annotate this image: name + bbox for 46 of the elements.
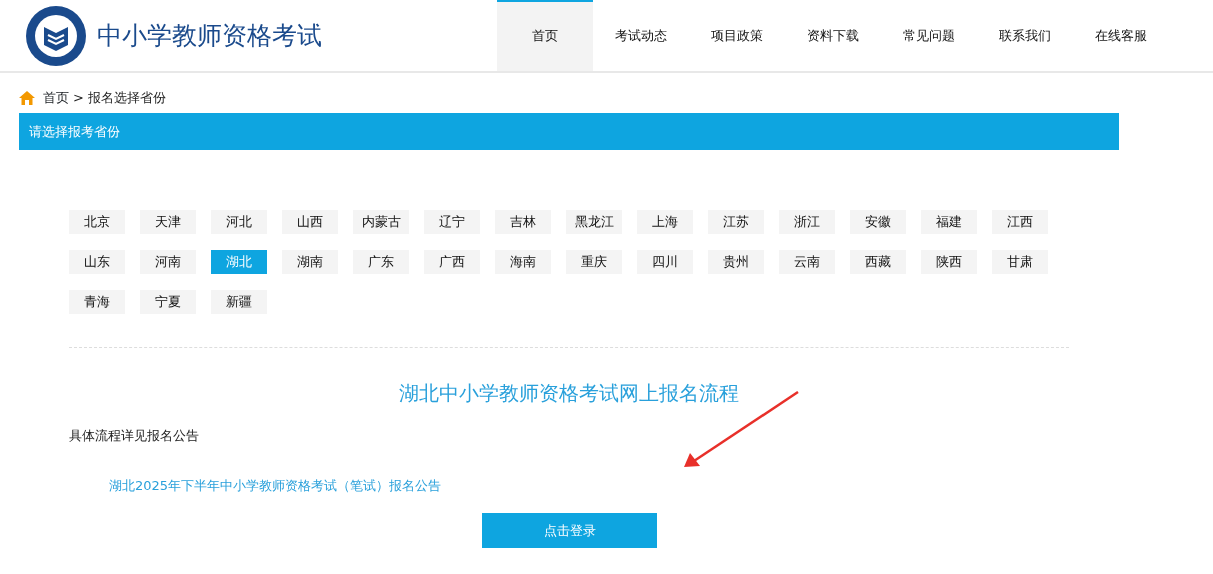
province-button[interactable]: 宁夏	[140, 290, 196, 314]
province-button[interactable]: 甘肃	[992, 250, 1048, 274]
process-heading: 湖北中小学教师资格考试网上报名流程	[398, 380, 740, 407]
province-button[interactable]: 内蒙古	[353, 210, 409, 234]
province-button[interactable]: 西藏	[850, 250, 906, 274]
province-button[interactable]: 福建	[921, 210, 977, 234]
logo-icon	[25, 4, 87, 67]
province-button[interactable]: 天津	[140, 210, 196, 234]
breadcrumb-link[interactable]: 首页	[43, 88, 69, 108]
province-button[interactable]: 贵州	[708, 250, 764, 274]
province-button[interactable]: 广西	[424, 250, 480, 274]
province-button[interactable]: 安徽	[850, 210, 906, 234]
province-button[interactable]: 云南	[779, 250, 835, 274]
province-button[interactable]: 湖南	[282, 250, 338, 274]
province-button[interactable]: 陕西	[921, 250, 977, 274]
province-button[interactable]: 吉林	[495, 210, 551, 234]
nav-tab[interactable]: 在线客服	[1073, 0, 1169, 71]
province-button[interactable]: 广东	[353, 250, 409, 274]
site-title: 中小学教师资格考试	[97, 19, 322, 52]
province-button[interactable]: 黑龙江	[566, 210, 622, 234]
process-note: 具体流程详见报名公告	[69, 427, 200, 445]
breadcrumb-current: 报名选择省份	[87, 89, 166, 108]
province-button[interactable]: 北京	[69, 210, 125, 234]
nav-tab[interactable]: 联系我们	[977, 0, 1073, 71]
nav-tab[interactable]: 首页	[497, 0, 593, 71]
province-button[interactable]: 江苏	[708, 210, 764, 234]
home-icon	[19, 91, 35, 105]
province-button[interactable]: 青海	[69, 290, 125, 314]
section-title-bar: 请选择报考省份	[19, 113, 1119, 150]
province-button[interactable]: 重庆	[566, 250, 622, 274]
province-button[interactable]: 辽宁	[424, 210, 480, 234]
nav-tab[interactable]: 常见问题	[881, 0, 977, 71]
province-button[interactable]: 河南	[140, 250, 196, 274]
province-button[interactable]: 海南	[495, 250, 551, 274]
province-button[interactable]: 山东	[69, 250, 125, 274]
breadcrumb-separator: >	[73, 89, 84, 108]
nav-tab[interactable]: 项目政策	[689, 0, 785, 71]
province-button[interactable]: 新疆	[211, 290, 267, 314]
province-button[interactable]: 山西	[282, 210, 338, 234]
nav-tab[interactable]: 资料下载	[785, 0, 881, 71]
province-button[interactable]: 江西	[992, 210, 1048, 234]
province-button[interactable]: 浙江	[779, 210, 835, 234]
province-button[interactable]: 河北	[211, 210, 267, 234]
province-button[interactable]: 四川	[637, 250, 693, 274]
province-button[interactable]: 上海	[637, 210, 693, 234]
nav-tab[interactable]: 考试动态	[593, 0, 689, 71]
